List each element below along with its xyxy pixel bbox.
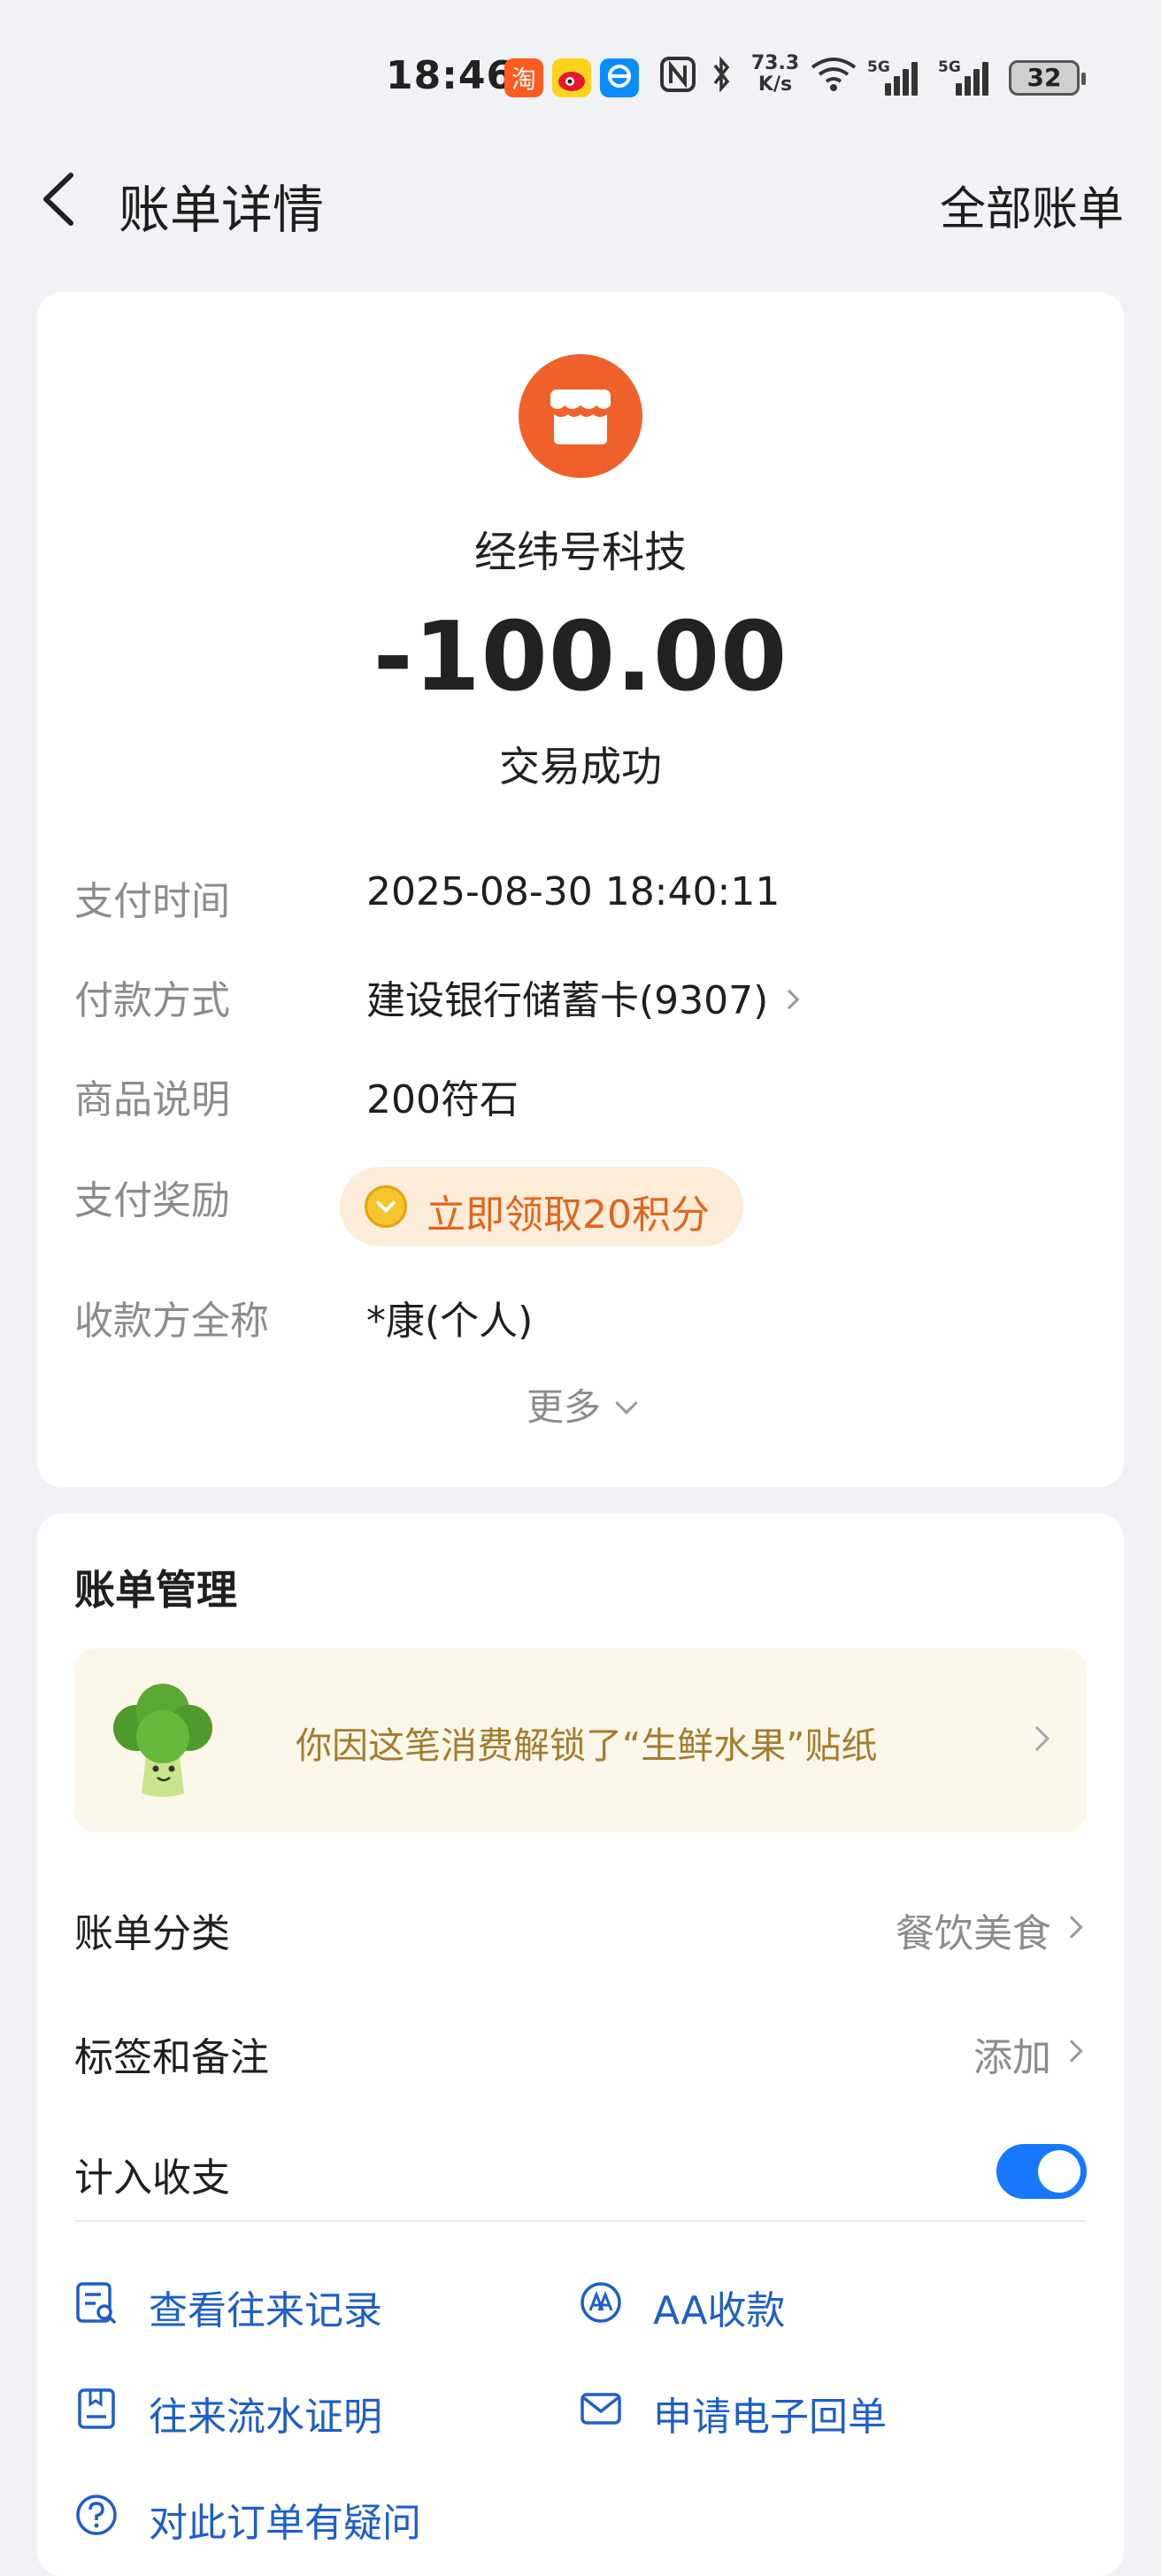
nfc-icon (658, 55, 697, 103)
bill-amount: -100.00 (373, 602, 788, 713)
bill-category-value: 餐饮美食 (896, 1911, 1051, 1956)
payment-reward-label: 支付奖励 (74, 1178, 230, 1223)
include-income-label: 计入收支 (74, 2156, 230, 2201)
chevron-right-icon (779, 989, 800, 1010)
order-question-label: 对此订单有疑问 (149, 2501, 421, 2546)
signal-label: 5G (938, 58, 961, 76)
battery-icon: 32 (1009, 60, 1086, 96)
signal-label: 5G (867, 58, 890, 76)
view-records-label: 查看往来记录 (149, 2288, 382, 2333)
section-title: 账单管理 (74, 1566, 237, 1614)
payee-name-label: 收款方全称 (74, 1299, 269, 1344)
question-icon (74, 2493, 119, 2537)
all-bills-link[interactable]: 全部账单 (940, 172, 1124, 238)
claim-points-button[interactable]: 立即领取20积分 (340, 1167, 743, 1246)
bill-summary-card: 经纬号科技 -100.00 交易成功 支付时间 2025-08-30 18:40… (37, 292, 1124, 1487)
speed-unit: K/s (757, 73, 793, 96)
wifi-icon (809, 55, 858, 103)
signal-icon: 5G (867, 58, 920, 96)
back-arrow-icon[interactable] (37, 170, 80, 228)
svg-text:淘: 淘 (511, 65, 536, 94)
include-income-toggle[interactable] (996, 2144, 1087, 2199)
eleme-app-icon (600, 58, 639, 97)
more-toggle[interactable]: 更多 (37, 1377, 1124, 1431)
more-label: 更多 (526, 1385, 601, 1429)
chevron-right-icon (1024, 1725, 1050, 1752)
payment-time-value: 2025-08-30 18:40:11 (366, 869, 780, 914)
chevron-right-icon (1060, 1916, 1083, 1939)
payment-method-label: 付款方式 (74, 978, 230, 1023)
claim-points-label: 立即领取20积分 (427, 1192, 710, 1238)
trade-status: 交易成功 (499, 743, 662, 791)
tags-notes-label: 标签和备注 (74, 2035, 269, 2080)
divider (74, 2220, 1087, 2222)
bill-category-label: 账单分类 (74, 1911, 230, 1956)
sticker-message: 你因这笔消费解锁了“生鲜水果”贴纸 (296, 1724, 878, 1767)
mail-icon (579, 2387, 623, 2431)
signal-icon: 5G (938, 58, 991, 96)
coin-icon (365, 1185, 407, 1228)
record-search-icon (74, 2280, 119, 2325)
status-bar: 18:46 淘 73.3 K/s 5G 5G 32 (0, 0, 1161, 133)
bill-management-card: 账单管理 你因这笔消费解锁了“生鲜水果”贴纸 账单分类 餐饮美食 标签和备注 添… (37, 1514, 1124, 2576)
sticker-banner[interactable]: 你因这笔消费解锁了“生鲜水果”贴纸 (74, 1648, 1087, 1832)
e-receipt-label: 申请电子回单 (653, 2395, 887, 2440)
payee-name-value: *康(个人) (366, 1299, 534, 1344)
speed-value: 73.3 (750, 52, 800, 74)
network-speed: 73.3 K/s (749, 53, 802, 96)
tags-notes-value: 添加 (973, 2035, 1051, 2080)
status-time: 18:46 (386, 53, 515, 98)
aa-icon (579, 2280, 623, 2325)
payment-time-label: 支付时间 (74, 879, 230, 924)
broccoli-sticker-icon (101, 1678, 225, 1802)
weibo-app-icon (552, 58, 591, 97)
product-desc-label: 商品说明 (74, 1077, 230, 1122)
product-desc-value: 200符石 (366, 1077, 519, 1122)
page-title: 账单详情 (119, 180, 325, 240)
chevron-right-icon (1060, 2040, 1083, 2063)
chevron-down-icon (615, 1392, 638, 1415)
store-icon (519, 354, 642, 478)
merchant-name: 经纬号科技 (473, 528, 687, 577)
tags-notes-row[interactable]: 标签和备注 添加 (74, 2004, 1087, 2093)
nav-bar: 账单详情 全部账单 (0, 150, 1161, 248)
payment-method-text: 建设银行储蓄卡(9307) (366, 978, 769, 1023)
aa-collect-label: AA收款 (653, 2288, 786, 2333)
include-income-row: 计入收支 (74, 2125, 1087, 2213)
payment-method-value[interactable]: 建设银行储蓄卡(9307) (366, 968, 800, 1025)
bluetooth-icon (708, 55, 734, 103)
statement-icon (74, 2387, 119, 2431)
bill-category-row[interactable]: 账单分类 餐饮美食 (74, 1880, 1087, 1969)
toggle-knob (1038, 2150, 1080, 2193)
taobao-app-icon: 淘 (504, 58, 543, 97)
statement-proof-label: 往来流水证明 (149, 2395, 382, 2440)
